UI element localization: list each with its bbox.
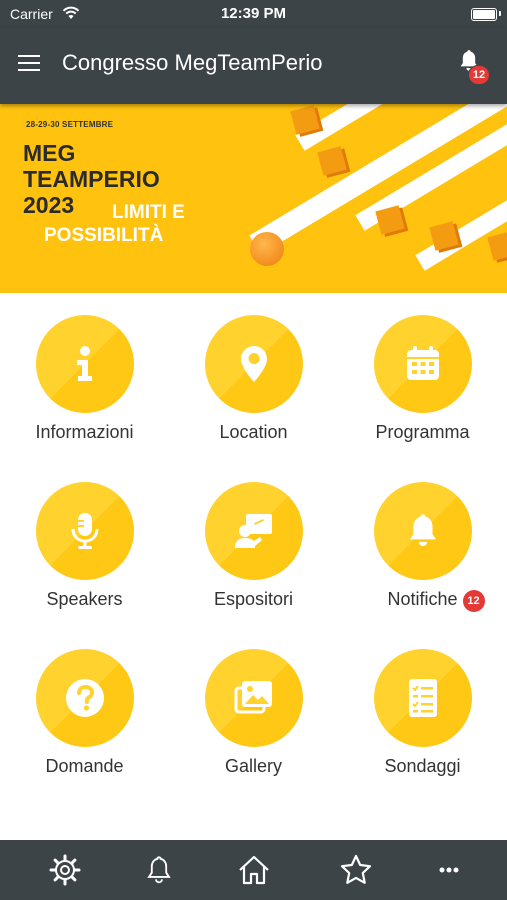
tile-label: Espositori <box>213 589 294 609</box>
tile-notifiche[interactable]: Notifiche 12 <box>338 482 507 612</box>
location-pin-icon <box>240 346 267 382</box>
nav-notifications-button[interactable] <box>140 851 178 889</box>
gallery-images-icon <box>234 681 272 714</box>
event-dates: 28-29-30 SETTEMBRE <box>26 120 114 129</box>
more-dots-icon <box>439 867 459 873</box>
tile-espositori[interactable]: Espositori <box>169 482 338 610</box>
page-title: Congresso MegTeamPerio <box>62 50 323 75</box>
battery-icon <box>471 8 497 21</box>
event-banner[interactable]: 28-29-30 SETTEMBRE MEG TEAMPERIO 2023 LI… <box>0 104 507 293</box>
event-subtitle-line1: LIMITI E <box>112 202 185 223</box>
survey-list-icon <box>408 679 437 717</box>
gear-icon <box>49 854 81 886</box>
home-icon <box>239 855 269 885</box>
tile-speakers[interactable]: Speakers <box>0 482 169 610</box>
menu-grid: Informazioni Location Programma Speakers… <box>0 293 507 840</box>
nav-settings-button[interactable] <box>46 851 84 889</box>
microphone-icon <box>71 513 98 549</box>
question-icon <box>65 679 104 717</box>
tile-domande[interactable]: Domande <box>0 649 169 777</box>
tile-label: Notifiche <box>387 589 458 609</box>
star-icon <box>340 854 372 884</box>
tile-label: Programma <box>375 422 470 442</box>
bell-icon <box>409 514 436 546</box>
calendar-icon <box>406 346 439 380</box>
status-bar: Carrier 12:39 PM <box>0 0 507 28</box>
tile-informazioni[interactable]: Informazioni <box>0 315 169 443</box>
nav-home-button[interactable] <box>235 851 273 889</box>
tile-label: Location <box>219 422 288 442</box>
tile-location[interactable]: Location <box>169 315 338 443</box>
tile-sondaggi[interactable]: Sondaggi <box>338 649 507 777</box>
tile-gallery[interactable]: Gallery <box>169 649 338 777</box>
bell-icon <box>147 856 171 884</box>
tile-label: Sondaggi <box>384 756 461 776</box>
clock: 12:39 PM <box>220 5 287 22</box>
nav-more-button[interactable] <box>430 851 468 889</box>
tile-label: Gallery <box>224 756 282 776</box>
bottom-nav-bar <box>0 840 507 900</box>
info-icon <box>76 346 92 381</box>
notification-count-badge: 12 <box>468 65 490 85</box>
hamburger-menu-button[interactable] <box>18 52 42 76</box>
tile-label: Domande <box>45 756 124 776</box>
app-header: Congresso MegTeamPerio 12 <box>0 28 507 104</box>
tile-programma[interactable]: Programma <box>338 315 507 443</box>
presenter-board-icon <box>234 514 272 548</box>
event-subtitle-line2: POSSIBILITÀ <box>44 225 164 246</box>
tile-label: Speakers <box>46 589 123 609</box>
nav-favorites-button[interactable] <box>337 851 375 889</box>
notifiche-count-badge: 12 <box>462 590 485 612</box>
tile-label: Informazioni <box>35 422 134 442</box>
notifications-button[interactable]: 12 <box>456 48 490 85</box>
